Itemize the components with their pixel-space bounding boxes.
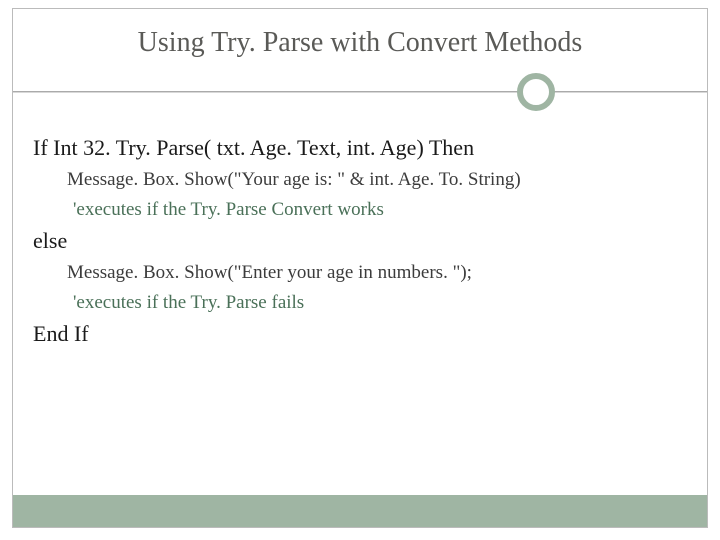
circle-icon bbox=[517, 73, 555, 111]
slide-title: Using Try. Parse with Convert Methods bbox=[33, 27, 687, 59]
slide: Using Try. Parse with Convert Methods If… bbox=[0, 0, 720, 540]
title-divider bbox=[33, 73, 687, 113]
code-comment-1: 'executes if the Try. Parse Convert work… bbox=[33, 195, 687, 224]
code-line-if: If Int 32. Try. Parse( txt. Age. Text, i… bbox=[33, 131, 687, 165]
code-line-endif: End If bbox=[33, 317, 687, 351]
code-block: If Int 32. Try. Parse( txt. Age. Text, i… bbox=[33, 131, 687, 351]
footer-accent-bar bbox=[13, 495, 707, 527]
slide-inner: Using Try. Parse with Convert Methods If… bbox=[12, 8, 708, 528]
divider-line bbox=[13, 91, 707, 93]
code-line-else: else bbox=[33, 224, 687, 258]
code-line-show2: Message. Box. Show("Enter your age in nu… bbox=[33, 258, 687, 287]
code-comment-2: 'executes if the Try. Parse fails bbox=[33, 288, 687, 317]
code-line-show1: Message. Box. Show("Your age is: " & int… bbox=[33, 165, 687, 194]
